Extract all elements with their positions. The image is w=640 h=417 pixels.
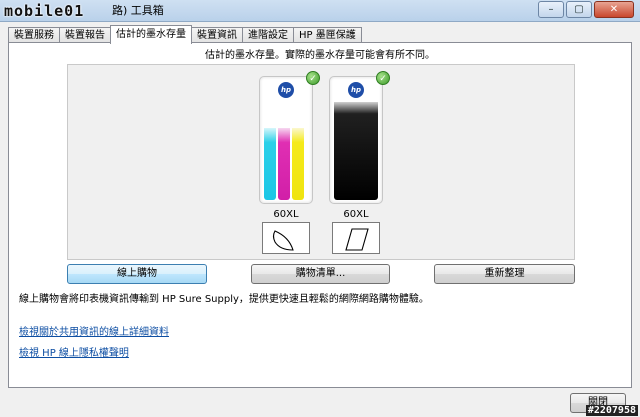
tab-estimated-ink[interactable]: 估計的墨水存量 xyxy=(110,25,192,44)
close-window-button[interactable]: ✕ xyxy=(594,1,634,18)
tab-device-services[interactable]: 裝置服務 xyxy=(8,27,60,43)
tab-device-reports[interactable]: 裝置報告 xyxy=(59,27,111,43)
window-controls: – ▢ ✕ xyxy=(536,1,634,18)
watermark: mobile01 xyxy=(4,2,85,20)
maximize-button[interactable]: ▢ xyxy=(566,1,592,18)
shopping-list-button[interactable]: 購物清單... xyxy=(251,264,390,284)
cartridge-tricolor: hp ✓ xyxy=(259,71,320,204)
ink-level-cyan xyxy=(264,128,276,200)
ink-heading: 估計的墨水存量。實際的墨水存量可能會有所不同。 xyxy=(205,50,435,61)
title-bar: mobile01 路) 工具箱 – ▢ ✕ xyxy=(0,0,640,22)
tab-cartridge-protection[interactable]: HP 墨匣保護 xyxy=(293,27,362,43)
ink-levels-box xyxy=(67,64,575,260)
check-icon: ✓ xyxy=(376,71,390,85)
check-icon: ✓ xyxy=(306,71,320,85)
image-id-stamp: #2207958 xyxy=(585,405,638,416)
ink-level-black xyxy=(334,102,378,200)
cartridge-label-tricolor: 60XL xyxy=(273,209,299,220)
refresh-button[interactable]: 重新整理 xyxy=(434,264,575,284)
tab-bar: 裝置服務 裝置報告 估計的墨水存量 裝置資訊 進階設定 HP 墨匣保護 xyxy=(8,25,362,44)
hp-logo-icon: hp xyxy=(278,82,294,98)
ink-level-yellow xyxy=(292,128,304,200)
privacy-link[interactable]: 檢視 HP 線上隱私權聲明 xyxy=(19,344,129,359)
tricolor-cartridge-shape-icon xyxy=(262,222,310,254)
tab-advanced-settings[interactable]: 進階設定 xyxy=(242,27,294,43)
cartridge-label-black: 60XL xyxy=(343,209,369,220)
ink-level-magenta xyxy=(278,128,290,200)
info-sharing-link[interactable]: 檢視關於共用資訊的線上詳細資料 xyxy=(19,323,169,338)
hp-logo-icon: hp xyxy=(348,82,364,98)
shop-online-button[interactable]: 線上購物 xyxy=(67,264,207,284)
minimize-button[interactable]: – xyxy=(538,1,564,18)
window-title: 路) 工具箱 xyxy=(112,4,164,17)
black-cartridge-shape-icon xyxy=(332,222,380,254)
cartridge-black: hp ✓ xyxy=(329,71,390,204)
shop-online-description: 線上購物會將印表機資訊傳輸到 HP Sure Supply，提供更快速且輕鬆的網… xyxy=(19,294,429,305)
tab-device-info[interactable]: 裝置資訊 xyxy=(191,27,243,43)
